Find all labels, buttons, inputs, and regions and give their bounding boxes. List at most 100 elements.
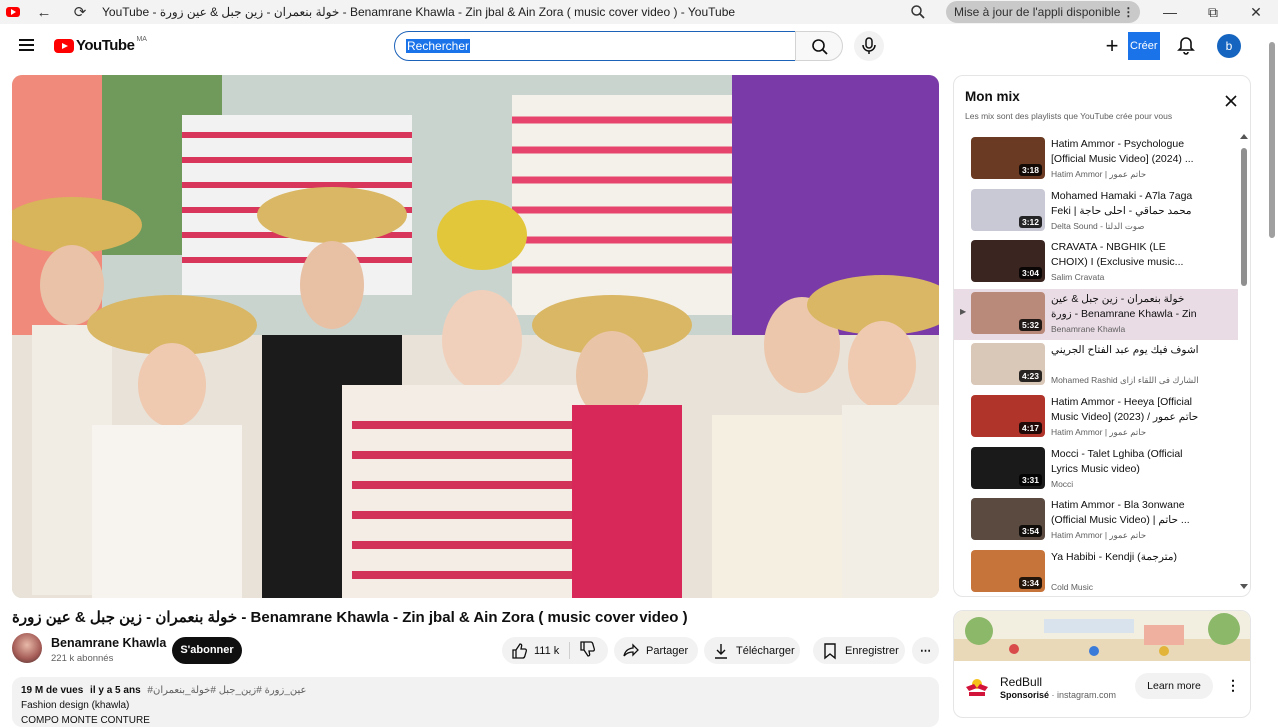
- video-thumbnail[interactable]: 4:17: [971, 394, 1045, 437]
- more-vertical-icon[interactable]: ⋮: [1122, 1, 1134, 23]
- like-dislike-group: 111 k: [502, 637, 608, 664]
- video-duration: 3:04: [1018, 267, 1042, 280]
- advertiser-name: RedBull: [1000, 675, 1043, 689]
- mix-subtitle: Les mix sont des playlists que YouTube c…: [965, 111, 1173, 121]
- zoom-icon[interactable]: [910, 4, 926, 20]
- sponsored-label: Sponsorisé: [1000, 690, 1050, 700]
- mix-panel: Mon mix Les mix sont des playlists que Y…: [953, 75, 1251, 597]
- page-scrollbar-thumb[interactable]: [1269, 42, 1275, 238]
- mix-item-channel: Benamrane Khawla: [1051, 323, 1126, 334]
- mix-item-channel: Hatim Ammor | حاتم عمور: [1051, 169, 1147, 179]
- save-button[interactable]: Enregistrer: [813, 637, 905, 664]
- video-duration: 4:23: [1018, 370, 1042, 383]
- mix-item-title[interactable]: خولة بنعمران - زين جبل & عين زورة - Bena…: [1051, 292, 1201, 322]
- maximize-button[interactable]: ⧉: [1203, 2, 1223, 22]
- update-label: Mise à jour de l'appli disponible: [954, 5, 1121, 19]
- menu-icon[interactable]: [19, 39, 34, 51]
- account-avatar[interactable]: b: [1217, 34, 1241, 58]
- redbull-logo: [966, 679, 988, 696]
- video-thumbnail[interactable]: 5:32: [971, 291, 1045, 334]
- mix-item-title[interactable]: Mohamed Hamaki - A7la 7aga Feki | محمد ح…: [1051, 189, 1201, 219]
- mix-item[interactable]: 3:34 Ya Habibi - Kendji (مترجمة) Cold Musi…: [954, 547, 1238, 596]
- description-line: Fashion design (khawla): [21, 700, 130, 711]
- reload-icon[interactable]: ⟳: [68, 3, 92, 21]
- share-button[interactable]: Partager: [614, 637, 698, 664]
- mix-item-channel: Hatim Ammor | حاتم عمور: [1051, 530, 1147, 541]
- mix-item-title[interactable]: Hatim Ammor - Psychologue [Official Musi…: [1051, 137, 1201, 167]
- share-label: Partager: [646, 644, 689, 657]
- like-count: 111 k: [534, 644, 560, 657]
- video-duration: 5:32: [1018, 318, 1042, 331]
- mix-scrollbar-thumb[interactable]: [1241, 148, 1247, 286]
- ad-meta: Sponsorisé · instagram.com: [1000, 690, 1117, 700]
- sponsored-ad[interactable]: RedBull Sponsorisé · instagram.com Learn…: [953, 610, 1251, 718]
- video-player[interactable]: [12, 75, 939, 598]
- video-thumbnail[interactable]: 3:12: [971, 188, 1045, 231]
- close-icon[interactable]: [1224, 94, 1238, 108]
- mix-playlist: 3:18 Hatim Ammor - Psychologue [Official …: [954, 134, 1238, 596]
- more-vertical-icon[interactable]: ⋮: [1226, 677, 1240, 694]
- microphone-icon: [862, 37, 876, 54]
- mix-item[interactable]: ▶ 5:32 خولة بنعمران - زين جبل & عين زورة -…: [954, 288, 1238, 341]
- view-count: 19 M de vues: [21, 685, 84, 696]
- search-button[interactable]: [795, 31, 843, 61]
- scroll-up-icon[interactable]: [1240, 134, 1248, 139]
- channel-avatar[interactable]: [12, 633, 42, 663]
- back-arrow-icon[interactable]: ←: [32, 4, 56, 21]
- voice-search-button[interactable]: [854, 31, 884, 61]
- mix-item-title[interactable]: Hatim Ammor - Bla 3onwane (Official Musi…: [1051, 498, 1201, 528]
- mix-item-title[interactable]: Ya Habibi - Kendji (مترجمة): [1051, 550, 1201, 565]
- video-duration: 4:17: [1018, 421, 1042, 434]
- mix-item[interactable]: 3:54 Hatim Ammor - Bla 3onwane (Official …: [954, 495, 1238, 547]
- mix-item[interactable]: 4:23 اشوف فيك يوم عبد الفتاح الجريني Moham…: [954, 340, 1238, 392]
- mix-item-channel: Cold Music: [1051, 581, 1094, 592]
- subscriber-count: 221 k abonnés: [51, 653, 114, 664]
- youtube-play-icon: [54, 38, 74, 53]
- mix-item-title[interactable]: Mocci - Talet Lghiba (Official Lyrics Mu…: [1051, 447, 1201, 477]
- minimize-button[interactable]: —: [1160, 2, 1180, 22]
- like-button[interactable]: 111 k: [502, 642, 570, 659]
- video-thumbnail[interactable]: 3:34: [971, 549, 1045, 592]
- now-playing-icon: ▶: [960, 306, 967, 316]
- download-button[interactable]: Télécharger: [704, 637, 800, 664]
- close-window-button[interactable]: ✕: [1246, 2, 1266, 22]
- youtube-logo[interactable]: YouTube MA: [54, 36, 147, 54]
- save-label: Enregistrer: [845, 644, 899, 657]
- video-thumbnail[interactable]: 4:23: [971, 343, 1045, 386]
- plus-icon: +: [1105, 33, 1119, 58]
- search-input[interactable]: Rechercher: [394, 31, 796, 61]
- mix-item-title[interactable]: اشوف فيك يوم عبد الفتاح الجريني: [1051, 343, 1201, 358]
- mix-item[interactable]: 3:12 Mohamed Hamaki - A7la 7aga Feki | مح…: [954, 186, 1238, 238]
- create-label: Créer: [1128, 32, 1160, 60]
- mix-item-channel: Hatim Ammor | حاتم عمور: [1051, 426, 1147, 437]
- create-button[interactable]: + Créer: [1100, 31, 1160, 61]
- video-thumbnail[interactable]: 3:31: [971, 446, 1045, 489]
- video-thumbnail[interactable]: 3:54: [971, 498, 1045, 541]
- mix-item-channel: Mohamed Rashid الشارك فى اللقاء ازاى: [1051, 375, 1199, 386]
- window-title: YouTube - خولة بنعمران - زين جبل & عين ز…: [102, 5, 736, 19]
- mix-item-title[interactable]: CRAVATA - NBGHIK (LE CHOIX) I (Exclusive…: [1051, 240, 1201, 270]
- mix-item[interactable]: 3:04 CRAVATA - NBGHIK (LE CHOIX) I (Exclu…: [954, 237, 1238, 289]
- hashtags[interactable]: #عين_زورة #زين_جبل #خولة_بنعمران: [147, 685, 306, 696]
- mix-item[interactable]: 4:17 Hatim Ammor - Heeya [Official Music …: [954, 392, 1238, 444]
- subscribe-button[interactable]: S'abonner: [172, 637, 242, 664]
- share-icon: [623, 642, 639, 657]
- video-thumbnail[interactable]: 3:04: [971, 240, 1045, 283]
- update-available-button[interactable]: Mise à jour de l'appli disponible ⋮: [946, 1, 1141, 23]
- mix-title: Mon mix: [965, 89, 1020, 104]
- mix-item-channel: Mocci: [1051, 478, 1074, 489]
- mix-item-title[interactable]: Hatim Ammor - Heeya [Official Music Vide…: [1051, 395, 1201, 425]
- search-text: Rechercher: [406, 39, 471, 53]
- more-actions-button[interactable]: ⋯: [912, 637, 939, 664]
- video-title: خولة بنعمران - زين جبل & عين زورة - Bena…: [12, 609, 688, 626]
- dislike-button[interactable]: [570, 640, 602, 661]
- mix-item[interactable]: 3:31 Mocci - Talet Lghiba (Official Lyric…: [954, 444, 1238, 496]
- channel-name[interactable]: Benamrane Khawla: [51, 636, 166, 650]
- download-icon: [715, 643, 727, 659]
- mix-item[interactable]: 3:18 Hatim Ammor - Psychologue [Official …: [954, 134, 1238, 186]
- notifications-bell-icon[interactable]: [1176, 36, 1196, 56]
- page-scrollbar[interactable]: [1268, 40, 1276, 720]
- scroll-down-icon[interactable]: [1240, 584, 1248, 589]
- learn-more-button[interactable]: Learn more: [1135, 673, 1213, 699]
- video-thumbnail[interactable]: 3:18: [971, 137, 1045, 179]
